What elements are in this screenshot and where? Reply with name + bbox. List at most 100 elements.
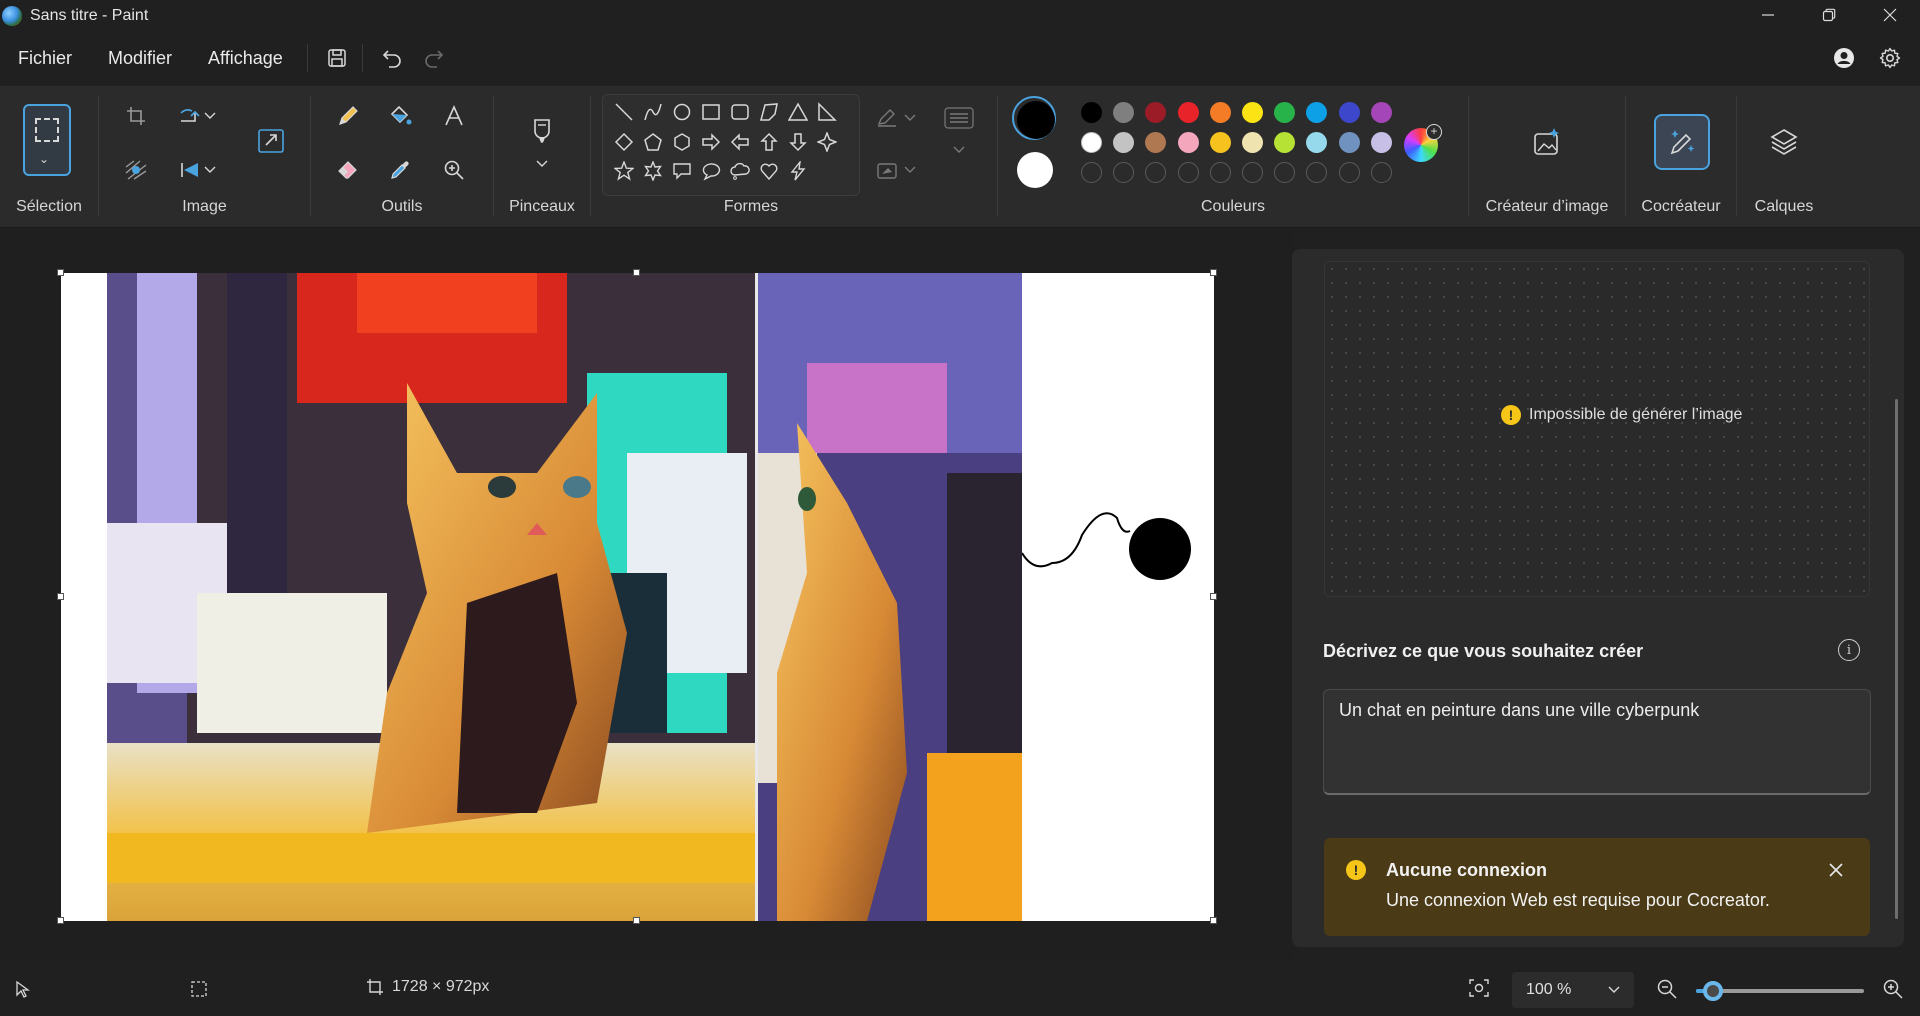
fill-style-button[interactable]: [873, 150, 903, 190]
undo-button[interactable]: [373, 39, 411, 77]
fill-style-dropdown[interactable]: [901, 150, 919, 190]
settings-button[interactable]: [1872, 40, 1908, 76]
zoom-select[interactable]: 100 %: [1512, 972, 1634, 1008]
menu-view[interactable]: Affichage: [190, 38, 301, 78]
drawing-canvas[interactable]: [57, 269, 1217, 924]
shape-lightning[interactable]: [785, 158, 811, 184]
shape-arrow-up[interactable]: [756, 129, 782, 155]
empty-color-slot[interactable]: [1081, 162, 1102, 183]
restore-button[interactable]: [1798, 0, 1859, 30]
color-swatch[interactable]: [1242, 132, 1263, 153]
info-icon[interactable]: i: [1838, 639, 1860, 661]
size-dropdown[interactable]: [939, 140, 979, 160]
shape-curve[interactable]: [640, 99, 666, 125]
empty-color-slot[interactable]: [1177, 162, 1199, 183]
shape-heart[interactable]: [756, 158, 782, 184]
empty-color-slot[interactable]: [1242, 162, 1263, 183]
shape-pentagon[interactable]: [640, 129, 666, 155]
color-swatch[interactable]: [1242, 102, 1263, 123]
shape-rectangle[interactable]: [698, 99, 724, 125]
fit-to-window-button[interactable]: [1468, 978, 1490, 998]
color-swatch[interactable]: [1370, 132, 1392, 153]
shape-triangle[interactable]: [785, 99, 811, 125]
image-creator-button[interactable]: [1519, 114, 1575, 170]
color-swatch[interactable]: [1274, 102, 1296, 123]
resize-handle[interactable]: [1210, 593, 1217, 600]
color-swatch[interactable]: [1338, 102, 1360, 123]
shape-hexagon[interactable]: [669, 129, 695, 155]
toast-close-button[interactable]: [1822, 856, 1850, 884]
account-button[interactable]: [1826, 40, 1862, 76]
shape-line[interactable]: [611, 99, 637, 125]
resize-button[interactable]: [251, 120, 291, 160]
color-swatch[interactable]: [1081, 132, 1102, 153]
empty-color-slot[interactable]: [1274, 162, 1296, 183]
crop-button[interactable]: [116, 96, 156, 136]
save-button[interactable]: [318, 39, 356, 77]
primary-color[interactable]: [1017, 101, 1055, 139]
shape-arrow-left[interactable]: [727, 129, 753, 155]
menu-edit[interactable]: Modifier: [90, 38, 190, 78]
empty-color-slot[interactable]: [1338, 162, 1360, 183]
minimize-button[interactable]: [1737, 0, 1798, 30]
layers-button[interactable]: [1756, 114, 1812, 170]
zoom-out-button[interactable]: [1656, 978, 1678, 1000]
color-picker-button[interactable]: [380, 150, 420, 190]
shape-right-triangle[interactable]: [814, 99, 840, 125]
shape-polygon[interactable]: [756, 99, 782, 125]
flip-dropdown[interactable]: [200, 150, 220, 190]
color-swatch[interactable]: [1177, 102, 1199, 123]
cocreator-button[interactable]: [1654, 114, 1710, 170]
color-swatch[interactable]: [1081, 102, 1102, 123]
empty-color-slot[interactable]: [1113, 162, 1135, 183]
shape-star-six[interactable]: [640, 158, 666, 184]
color-swatch[interactable]: [1306, 132, 1328, 153]
magnifier-button[interactable]: [434, 150, 474, 190]
shape-arrow-down[interactable]: [785, 129, 811, 155]
resize-handle[interactable]: [1210, 269, 1217, 276]
empty-color-slot[interactable]: [1370, 162, 1392, 183]
shape-callout-oval[interactable]: [698, 158, 724, 184]
secondary-color[interactable]: [1017, 152, 1053, 188]
shape-star-four[interactable]: [814, 129, 840, 155]
color-swatch[interactable]: [1177, 132, 1199, 153]
resize-handle[interactable]: [57, 269, 64, 276]
zoom-slider-thumb[interactable]: [1702, 981, 1723, 1001]
resize-handle[interactable]: [57, 593, 64, 600]
shape-rounded-rectangle[interactable]: [727, 99, 753, 125]
shape-oval[interactable]: [669, 99, 695, 125]
color-swatch[interactable]: [1145, 132, 1167, 153]
color-swatch[interactable]: [1274, 132, 1296, 153]
panel-scrollbar[interactable]: [1895, 399, 1898, 919]
shape-callout-rect[interactable]: [669, 158, 695, 184]
outline-button[interactable]: [873, 98, 903, 138]
resize-handle[interactable]: [633, 917, 640, 924]
shape-callout-cloud[interactable]: [727, 158, 753, 184]
empty-color-slot[interactable]: [1209, 162, 1231, 183]
selection-tool-button[interactable]: ⌄: [23, 104, 71, 176]
rotate-dropdown[interactable]: [200, 96, 220, 136]
resize-handle[interactable]: [1210, 917, 1217, 924]
resize-handle[interactable]: [57, 917, 64, 924]
menu-file[interactable]: Fichier: [0, 38, 90, 78]
eraser-button[interactable]: [328, 150, 368, 190]
color-swatch[interactable]: [1113, 102, 1135, 123]
resize-handle[interactable]: [633, 269, 640, 276]
shape-arrow-right[interactable]: [698, 129, 724, 155]
empty-color-slot[interactable]: [1145, 162, 1167, 183]
edit-colors-button[interactable]: +: [1404, 124, 1442, 162]
brushes-dropdown[interactable]: [522, 154, 562, 174]
color-swatch[interactable]: [1306, 102, 1328, 123]
shape-diamond[interactable]: [611, 129, 637, 155]
zoom-slider[interactable]: [1696, 981, 1864, 1001]
outline-dropdown[interactable]: [901, 98, 919, 138]
color-swatch[interactable]: [1113, 132, 1135, 153]
remove-background-button[interactable]: [116, 150, 156, 190]
color-swatch[interactable]: [1370, 102, 1392, 123]
fill-button[interactable]: [380, 96, 420, 136]
zoom-in-button[interactable]: [1882, 978, 1904, 1000]
color-swatch[interactable]: [1209, 132, 1231, 153]
color-swatch[interactable]: [1338, 132, 1360, 153]
shape-star-five[interactable]: [611, 158, 637, 184]
color-swatch[interactable]: [1145, 102, 1167, 123]
